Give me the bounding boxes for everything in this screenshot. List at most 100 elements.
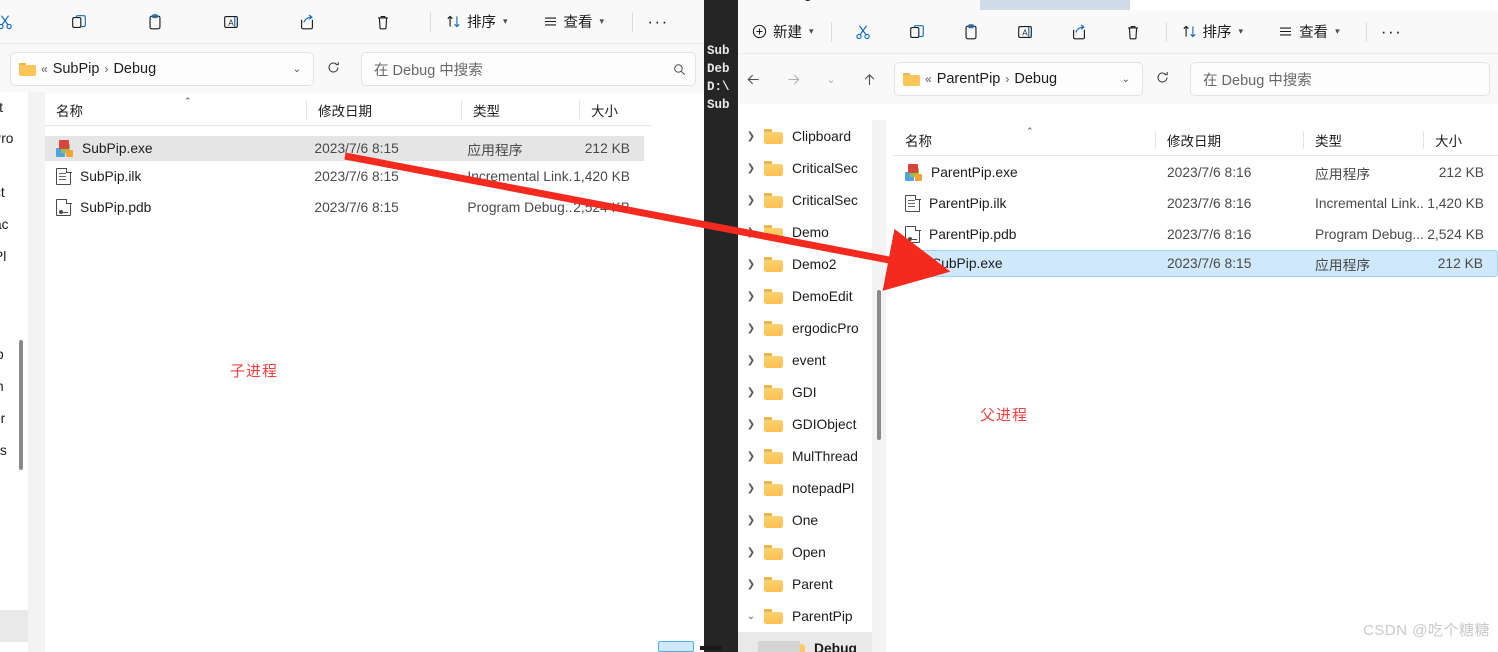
column-header-name[interactable]: ⌃ 名称 [44,94,306,125]
sort-button[interactable]: 排序 ▾ [439,6,514,38]
tree-item-demoedit[interactable]: ❯ DemoEdit [738,280,872,312]
table-row[interactable]: SubPip.exe 2023/7/6 8:15 应用程序 212 KB [44,136,644,161]
tree-item-demo2[interactable]: ❯ Demo2 [738,248,872,280]
left-tree-scrollbar-thumb[interactable] [19,340,23,470]
tree-item-clipped[interactable]: ct [0,176,28,208]
table-row[interactable]: ParentPip.exe 2023/7/6 8:16 应用程序 212 KB [893,157,1498,188]
share-button[interactable] [1062,16,1096,48]
rename-button[interactable]: A [214,6,248,38]
rename-button[interactable]: A [1008,16,1042,48]
tree-item-clipped[interactable]: ys [0,434,28,466]
tree-item-clipped[interactable]: n [0,370,28,402]
left-search-box[interactable]: 在 Debug 中搜索 [361,52,696,86]
tree-item-gdi[interactable]: ❯ GDI [738,376,872,408]
paste-button[interactable] [954,16,988,48]
chevron-right-icon[interactable]: ❯ [738,483,764,494]
table-row[interactable]: SubPip.pdb 2023/7/6 8:15 Program Debug..… [44,192,644,223]
taskbar-item-highlight[interactable] [658,641,694,652]
chevron-right-icon[interactable]: ❯ [738,227,764,238]
chevron-right-icon[interactable]: ❯ [738,323,764,334]
chevron-right-icon[interactable]: ❯ [738,355,764,366]
chevron-right-icon[interactable]: ❯ [738,131,764,142]
tree-item-open[interactable]: ❯ Open [738,536,872,568]
table-row[interactable]: SubPip.ilk 2023/7/6 8:15 Incremental Lin… [44,161,644,192]
breadcrumb-item-subpip[interactable]: SubPip [53,61,100,77]
refresh-button[interactable] [318,60,349,79]
tree-item-clipped[interactable]: p [0,338,28,370]
breadcrumb-item-debug[interactable]: Debug [113,61,156,77]
chevron-down-icon[interactable]: ⌄ [738,611,764,622]
column-header-size[interactable]: 大小 [1423,124,1498,155]
column-header-type[interactable]: 类型 [461,94,579,125]
new-button[interactable]: 新建 ▾ [742,16,823,48]
copy-button[interactable] [62,6,96,38]
tree-item-clipped[interactable]: Pl [0,240,28,272]
left-tree-clipped[interactable]: it Pro ct ac Pl p n or ys [0,92,28,652]
breadcrumb-item-parentpip[interactable]: ParentPip [937,71,1001,87]
tree-item-clipped[interactable]: it [0,92,28,123]
chevron-right-icon[interactable]: ❯ [738,291,764,302]
column-header-date[interactable]: 修改日期 [1155,124,1303,155]
table-row[interactable]: ParentPip.pdb 2023/7/6 8:16 Program Debu… [893,219,1498,250]
view-button[interactable]: 查看 ▾ [1271,16,1346,48]
more-button[interactable]: ··· [641,6,675,38]
column-header-size[interactable]: 大小 [579,94,652,125]
left-tree-scrollbar-track[interactable] [28,92,45,652]
chevron-right-icon[interactable]: ❯ [738,163,764,174]
tree-item-clipped[interactable]: Pro [0,123,28,154]
delete-button[interactable] [1116,16,1150,48]
tree-item-event[interactable]: ❯ event [738,344,872,376]
cut-button[interactable] [0,6,20,38]
search-input[interactable]: 在 Debug 中搜索 [374,59,672,80]
up-button[interactable] [854,64,884,94]
tree-item-clipped[interactable]: ac [0,208,28,240]
breadcrumb-item-debug[interactable]: Debug [1014,71,1057,87]
taskbar-item-gray[interactable] [758,641,800,652]
chevron-right-icon[interactable]: ❯ [738,387,764,398]
more-button[interactable]: ··· [1375,16,1409,48]
tree-item-criticalsec-1[interactable]: ❯ CriticalSec [738,152,872,184]
console-window[interactable]: Sub Deb D:\ Sub [704,0,738,652]
search-input[interactable]: 在 Debug 中搜索 [1203,69,1481,90]
sort-button[interactable]: 排序 ▾ [1175,16,1250,48]
taskbar-item-dark[interactable] [700,646,722,650]
tree-item-parentpip[interactable]: ⌄ ParentPip [738,600,872,632]
tree-item-clipboard[interactable]: ❯ Clipboard [738,120,872,152]
forward-button[interactable] [778,64,808,94]
chevron-right-icon[interactable]: ❯ [738,419,764,430]
tree-item-multhread[interactable]: ❯ MulThread [738,440,872,472]
table-row[interactable]: SubPip.exe 2023/7/6 8:15 应用程序 212 KB [893,250,1498,277]
chevron-right-icon[interactable]: ❯ [738,547,764,558]
tree-item-criticalsec-2[interactable]: ❯ CriticalSec [738,184,872,216]
table-row[interactable]: ParentPip.ilk 2023/7/6 8:16 Incremental … [893,188,1498,219]
chevron-down-icon[interactable]: ⌄ [1114,74,1138,85]
tab-debug[interactable]: Debug ✕ [738,0,980,10]
delete-button[interactable] [366,6,400,38]
chevron-right-icon[interactable]: ❯ [738,259,764,270]
copy-button[interactable] [900,16,934,48]
refresh-button[interactable] [1147,70,1178,89]
tree-item-demo[interactable]: ❯ Demo [738,216,872,248]
tree-item-clipped[interactable]: or [0,402,28,434]
breadcrumb-overflow[interactable]: « [40,62,49,76]
chevron-down-icon[interactable]: ⌄ [285,64,309,75]
chevron-right-icon[interactable]: ❯ [738,451,764,462]
view-button[interactable]: 查看 ▾ [536,6,611,38]
chevron-right-icon[interactable]: ❯ [738,195,764,206]
tab-new[interactable]: ＋ [980,0,1130,10]
column-header-type[interactable]: 类型 [1303,124,1423,155]
right-breadcrumb[interactable]: « ParentPip › Debug ⌄ [894,62,1143,96]
column-header-date[interactable]: 修改日期 [306,94,461,125]
tree-item-notepadpl[interactable]: ❯ notepadPl [738,472,872,504]
right-search-box[interactable]: 在 Debug 中搜索 [1190,62,1490,96]
recent-locations-button[interactable]: ⌄ [816,64,846,94]
share-button[interactable] [290,6,324,38]
right-tree-scrollbar-thumb[interactable] [877,290,881,440]
tree-item-one[interactable]: ❯ One [738,504,872,536]
back-button[interactable] [738,64,768,94]
tree-item-ergodicpro[interactable]: ❯ ergodicPro [738,312,872,344]
tree-item-gdiobject[interactable]: ❯ GDIObject [738,408,872,440]
chevron-right-icon[interactable]: ❯ [738,515,764,526]
tree-item-parent[interactable]: ❯ Parent [738,568,872,600]
chevron-right-icon[interactable]: ❯ [738,579,764,590]
